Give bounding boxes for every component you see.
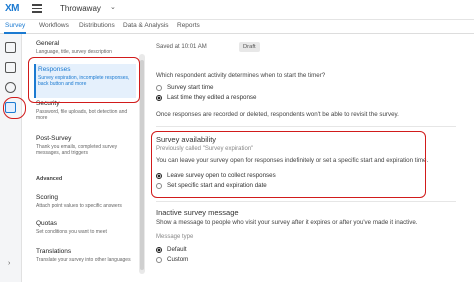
nav-item-title: Scoring	[36, 194, 59, 201]
nav-section-advanced: Advanced	[36, 176, 63, 182]
draft-badge: Draft	[239, 42, 260, 52]
nav-item-title: Quotas	[36, 220, 57, 227]
survey-builder-icon[interactable]	[5, 42, 16, 53]
nav-item-general[interactable]: General Language, title, survey descript…	[34, 38, 136, 57]
tab-data-analysis[interactable]: Data & Analysis	[123, 22, 169, 29]
nav-item-title: Post-Survey	[36, 135, 72, 142]
tab-workflows[interactable]: Workflows	[39, 22, 69, 29]
recorded-note: Once responses are recorded or deleted, …	[156, 111, 399, 118]
tab-bar: Survey Workflows Distributions Data & An…	[0, 20, 474, 34]
nav-item-desc: Attach point values to specific answers	[36, 203, 122, 209]
radio-message-default[interactable]	[156, 247, 162, 253]
nav-scrollbar-thumb[interactable]	[140, 60, 144, 270]
look-and-feel-icon[interactable]	[5, 82, 16, 93]
nav-item-quotas[interactable]: Quotas Set conditions you want to meet	[34, 218, 136, 237]
saved-status: Saved at 10:01 AM	[156, 44, 207, 50]
tab-reports[interactable]: Reports	[177, 22, 200, 29]
radio-last-edit-time[interactable]	[156, 95, 162, 101]
radio-label[interactable]: Default	[167, 246, 187, 253]
timer-question: Which respondent activity determines whe…	[156, 72, 326, 79]
nav-item-title: Translations	[36, 248, 72, 255]
nav-item-title: General	[36, 40, 60, 47]
annotation-circle	[3, 97, 26, 119]
nav-item-scoring[interactable]: Scoring Attach point values to specific …	[34, 192, 136, 211]
nav-item-desc: Language, title, survey description	[36, 49, 112, 55]
inactive-message-description: Show a message to people who visit your …	[156, 219, 418, 226]
radio-survey-start-time[interactable]	[156, 85, 162, 91]
menu-icon[interactable]	[32, 4, 42, 13]
tab-distributions[interactable]: Distributions	[79, 22, 115, 29]
nav-item-post-survey[interactable]: Post-Survey Thank you emails, completed …	[34, 133, 136, 159]
project-title[interactable]: Throwaway	[60, 4, 101, 13]
radio-label[interactable]: Last time they edited a response	[167, 94, 256, 101]
top-bar: XM Throwaway ⌄	[0, 0, 474, 20]
nav-item-translations[interactable]: Translations Translate your survey into …	[34, 246, 136, 265]
stack-icon[interactable]	[5, 62, 16, 73]
xm-logo[interactable]: XM	[5, 3, 20, 14]
annotation-box-responses	[28, 57, 140, 103]
nav-item-desc: Thank you emails, completed survey messa…	[36, 144, 118, 157]
nav-item-desc: Password, file uploads, bot detection an…	[36, 109, 128, 122]
radio-label[interactable]: Custom	[167, 256, 188, 263]
radio-message-custom[interactable]	[156, 257, 162, 263]
message-type-label: Message type	[156, 234, 194, 240]
chevron-right-icon[interactable]: ›	[8, 260, 10, 267]
radio-label[interactable]: Survey start time	[167, 84, 213, 91]
divider	[156, 201, 456, 202]
nav-item-desc: Translate your survey into other languag…	[36, 257, 131, 263]
inactive-message-title: Inactive survey message	[156, 208, 239, 217]
chevron-down-icon[interactable]: ⌄	[110, 3, 116, 11]
divider	[156, 126, 456, 127]
annotation-box-availability	[151, 131, 426, 198]
icon-rail: ›	[0, 34, 22, 282]
nav-item-desc: Set conditions you want to meet	[36, 229, 107, 235]
tab-survey[interactable]: Survey	[5, 22, 25, 29]
